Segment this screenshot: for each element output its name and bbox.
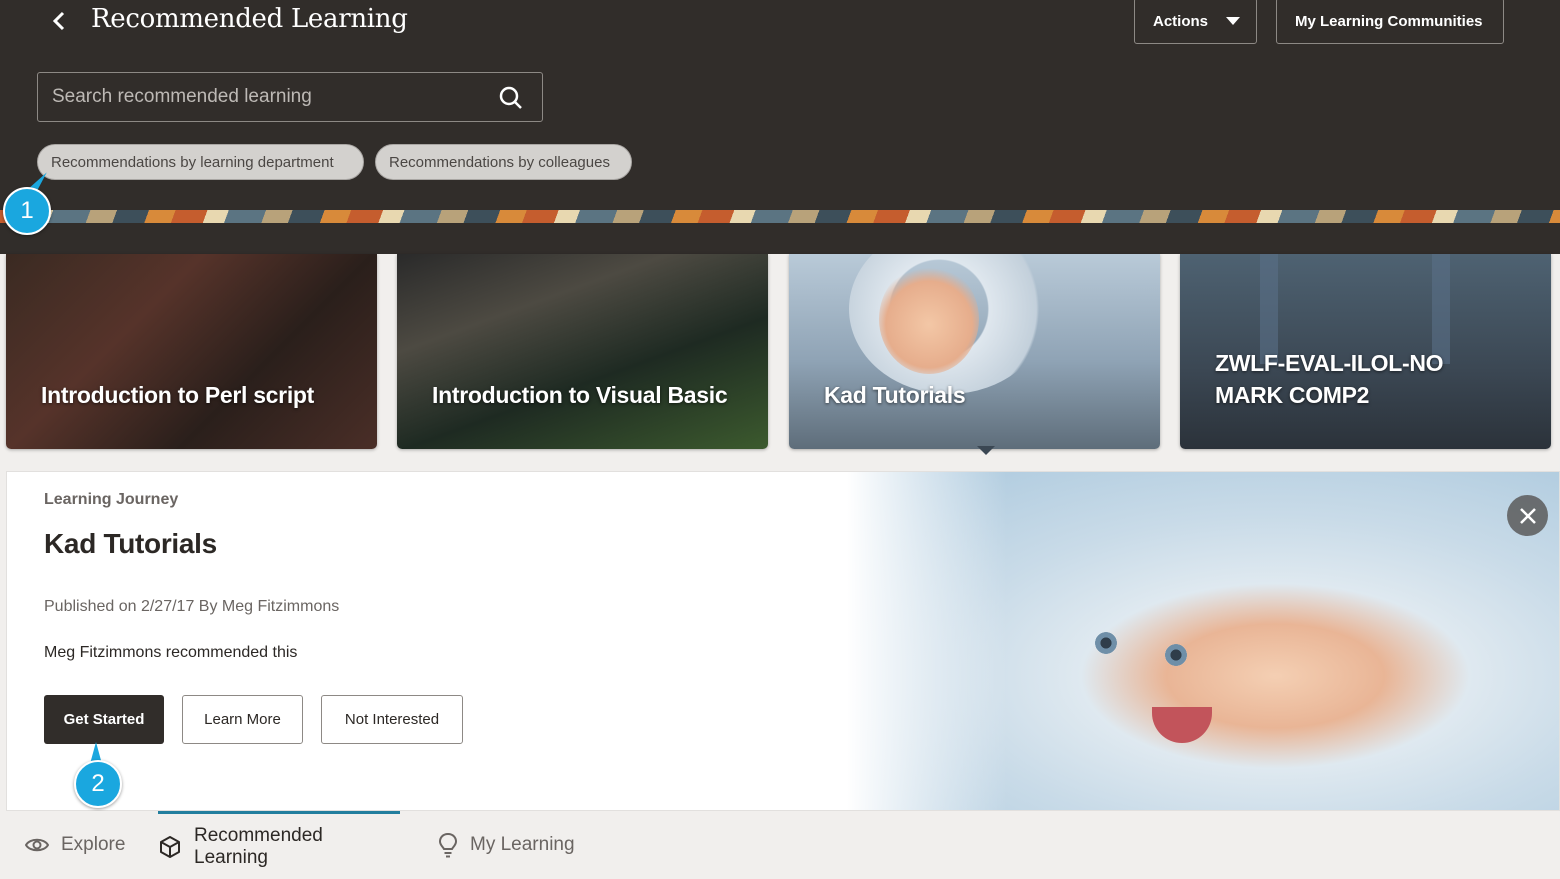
close-button[interactable] [1507,495,1548,536]
not-interested-button[interactable]: Not Interested [321,695,463,744]
card-title: Introduction to Visual Basic [432,382,728,408]
tab-explore[interactable]: Explore [25,811,125,879]
get-started-button[interactable]: Get Started [44,695,164,744]
search-box [37,72,543,122]
chip-label: Recommendations by learning department [51,153,334,171]
search-input[interactable] [52,86,492,108]
detail-type: Learning Journey [44,491,179,508]
lightbulb-icon [438,832,458,858]
learning-card[interactable]: Introduction to Visual Basic [397,254,768,449]
search-icon[interactable] [498,85,524,111]
detail-image [847,472,1559,810]
image-eye [1095,632,1117,654]
published-info: Published on 2/27/17 By Meg Fitzimmons [44,598,340,615]
learn-more-button[interactable]: Learn More [182,695,303,744]
back-button[interactable] [48,6,70,36]
communities-label: My Learning Communities [1295,12,1483,30]
detail-title: Kad Tutorials [44,528,217,559]
learning-card[interactable]: ZWLF-EVAL-ILOL-NO MARK COMP2 [1180,254,1551,449]
actions-label: Actions [1153,12,1209,30]
chevron-left-icon [52,11,65,31]
chip-colleagues[interactable]: Recommendations by colleagues [375,144,632,180]
eye-icon [25,837,49,853]
chip-learning-department[interactable]: Recommendations by learning department [37,144,364,180]
page-title: Recommended Learning [91,4,408,34]
close-icon [1519,507,1536,524]
tab-label: My Learning [470,834,575,855]
tab-label: Recommended Learning [194,824,323,868]
selected-card-indicator [977,446,995,455]
image-mouth [1152,707,1212,743]
step-marker-1: 1 [3,187,51,235]
tab-recommended-learning[interactable]: Recommended Learning [158,811,400,879]
decorative-band [0,210,1560,223]
card-title: ZWLF-EVAL-ILOL-NO MARK COMP2 [1215,350,1444,408]
card-title: Kad Tutorials [824,382,966,408]
caret-down-icon [1226,17,1241,25]
detail-panel: Learning Journey Kad Tutorials Published… [6,471,1560,811]
cube-icon [158,835,182,859]
card-image-face [879,264,979,374]
card-title: Introduction to Perl script [41,382,315,408]
tab-my-learning[interactable]: My Learning [438,811,575,879]
recommended-by: Meg Fitzimmons recommended this [44,644,298,661]
chip-label: Recommendations by colleagues [389,153,610,171]
image-eye [1165,644,1187,666]
my-learning-communities-button[interactable]: My Learning Communities [1276,0,1504,44]
actions-button[interactable]: Actions [1134,0,1257,44]
bottom-nav: Explore Recommended Learning My Learning [0,811,1560,879]
page-header: Recommended Learning Actions My Learning… [0,0,1560,254]
learning-card[interactable]: Kad Tutorials [789,254,1160,449]
card-carousel: Introduction to Perl script Introduction… [0,254,1560,450]
learning-card[interactable]: Introduction to Perl script [6,254,377,449]
step-marker-2: 2 [74,760,122,808]
tab-label: Explore [61,834,126,855]
